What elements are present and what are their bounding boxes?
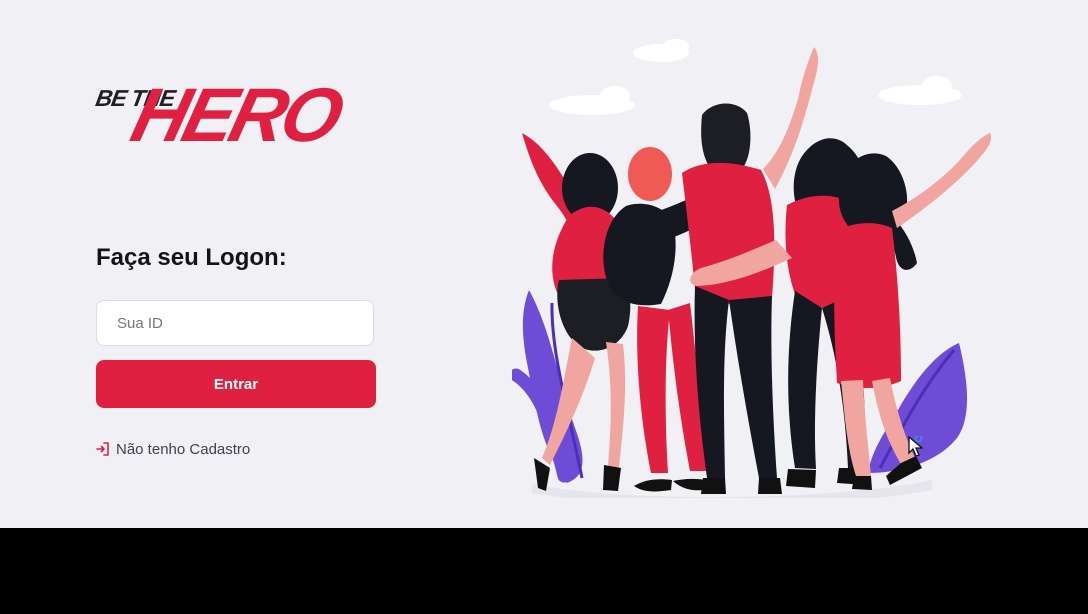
cloud-illustration bbox=[549, 39, 962, 115]
be-the-hero-logo: BE THE HERO bbox=[94, 73, 349, 164]
ngo-id-input[interactable] bbox=[96, 300, 374, 346]
login-page: BE THE HERO Faça seu Logon: Entrar Não t… bbox=[0, 0, 1088, 528]
heroes-group-illustration bbox=[512, 39, 992, 498]
logo-hero: HERO bbox=[123, 73, 349, 158]
register-link-label: Não tenho Cadastro bbox=[116, 440, 251, 458]
black-bottom-band bbox=[0, 528, 1088, 614]
login-button[interactable]: Entrar bbox=[96, 360, 376, 408]
register-link[interactable]: Não tenho Cadastro bbox=[96, 438, 250, 460]
page-title: Faça seu Logon: bbox=[96, 244, 287, 271]
log-in-icon bbox=[96, 442, 110, 456]
mouse-cursor-icon bbox=[908, 436, 923, 457]
